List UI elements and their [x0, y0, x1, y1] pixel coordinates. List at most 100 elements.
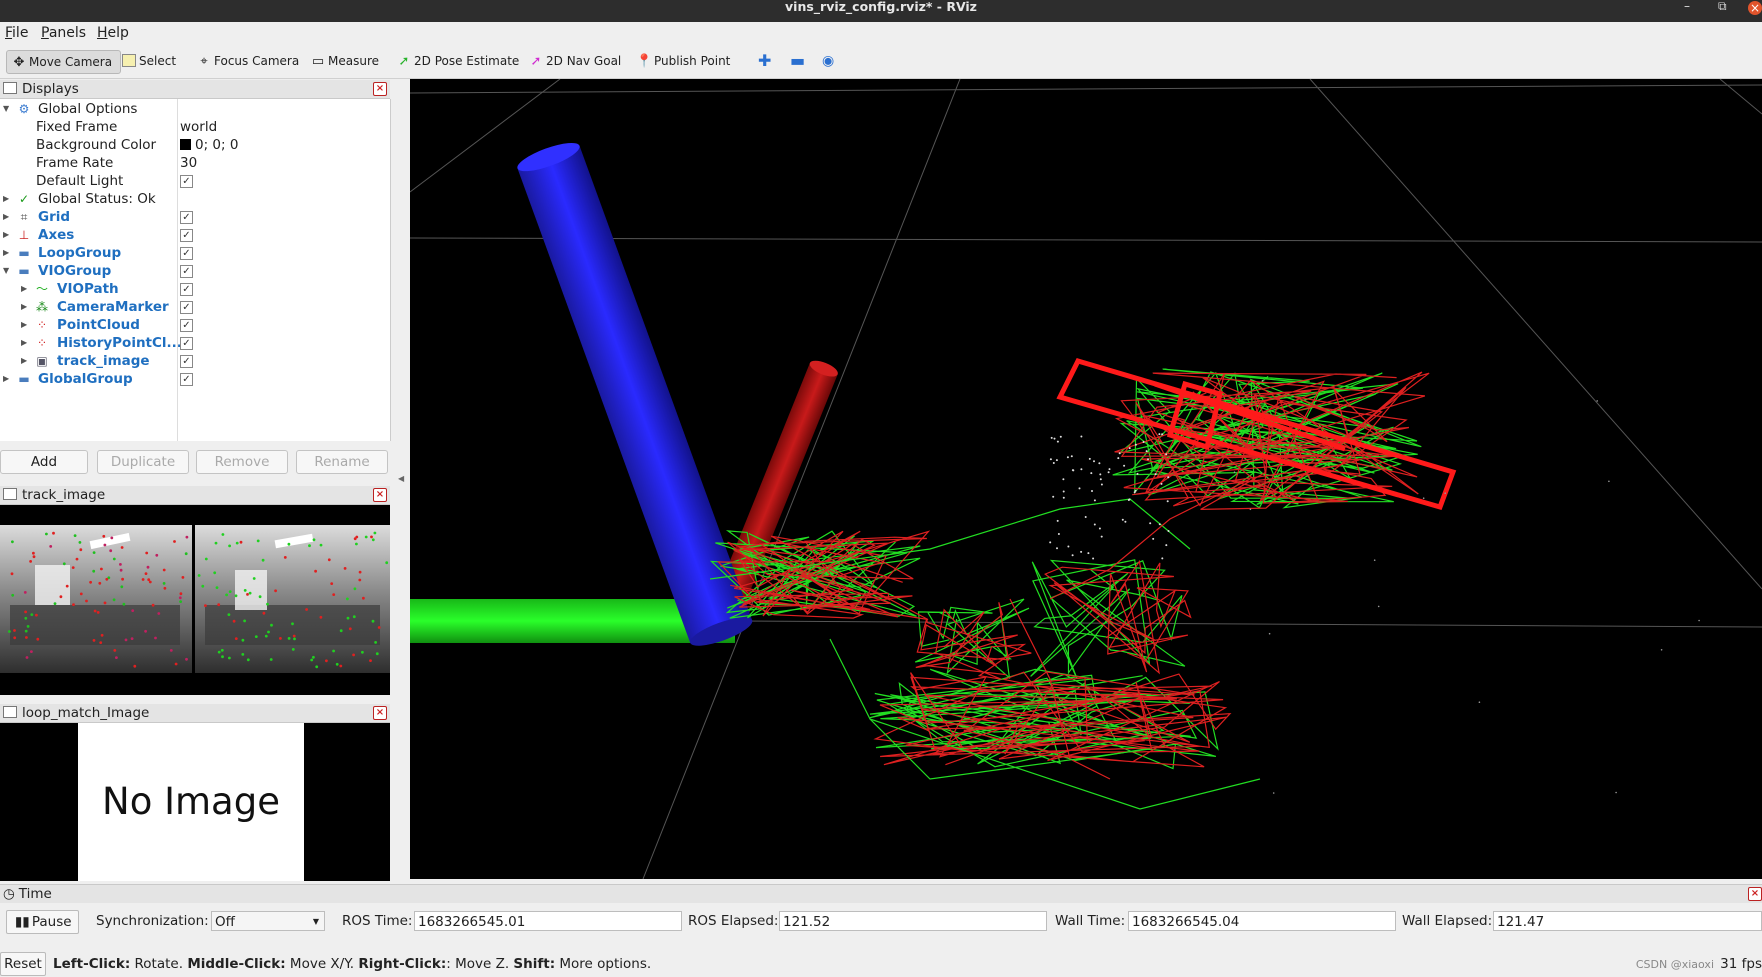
feature-point	[292, 634, 296, 638]
point	[1080, 468, 1083, 471]
tree-row-viopath[interactable]: ▶ 〜 VIOPath ✓	[0, 280, 390, 298]
point	[1092, 557, 1095, 560]
expand-arrow-icon[interactable]: ▶	[3, 244, 13, 262]
expand-arrow-icon[interactable]: ▶	[3, 370, 13, 388]
background-color-value[interactable]: 0; 0; 0	[180, 136, 238, 154]
point	[1087, 552, 1090, 555]
measure-tool[interactable]: ▭ Measure	[310, 50, 379, 72]
point	[1373, 559, 1376, 561]
tree-row-pointcloud[interactable]: ▶ ⁘ PointCloud ✓	[0, 316, 390, 334]
tree-row-global-status[interactable]: ▶ ✓ Global Status: Ok	[0, 190, 390, 208]
point	[1057, 533, 1060, 535]
tree-row-fixed-frame[interactable]: Fixed Frame world	[0, 118, 390, 136]
tree-row-global-options[interactable]: ▼ ⚙ Global Options	[0, 100, 390, 118]
feature-point	[103, 543, 107, 547]
minimize-icon[interactable]: –	[1684, 0, 1690, 13]
tree-row-loopgroup[interactable]: ▶ ▬ LoopGroup ✓	[0, 244, 390, 262]
feature-point	[146, 565, 150, 569]
feature-point	[99, 641, 103, 644]
select-tool[interactable]: Select	[122, 50, 176, 72]
tool-properties-icon[interactable]: ◉	[822, 50, 834, 72]
pose-estimate-tool[interactable]: ➚ 2D Pose Estimate	[396, 50, 520, 72]
restore-icon[interactable]: ⧉	[1718, 0, 1727, 13]
point	[1478, 701, 1481, 703]
color-swatch	[180, 139, 191, 150]
cameramarker-checkbox[interactable]: ✓	[180, 301, 193, 314]
viopath-checkbox[interactable]: ✓	[180, 283, 193, 296]
globalgroup-checkbox[interactable]: ✓	[180, 373, 193, 386]
feature-point	[100, 567, 103, 571]
point	[1249, 508, 1252, 511]
collapse-splitter-icon[interactable]: ◀	[398, 474, 404, 483]
expand-arrow-icon[interactable]: ▶	[21, 352, 31, 370]
tree-row-viogroup[interactable]: ▼ ▬ VIOGroup ✓	[0, 262, 390, 280]
collapse-arrow-icon[interactable]: ▼	[3, 262, 13, 280]
loopgroup-checkbox[interactable]: ✓	[180, 247, 193, 260]
close-window-icon[interactable]: ×	[1748, 1, 1762, 15]
track-image-frames	[0, 525, 390, 673]
remove-tool-icon[interactable]: ▬	[790, 50, 805, 72]
close-icon[interactable]: ×	[1748, 887, 1762, 901]
tree-row-cameramarker[interactable]: ▶ ⁂ CameraMarker ✓	[0, 298, 390, 316]
expand-arrow-icon[interactable]: ▶	[3, 226, 13, 244]
expand-arrow-icon[interactable]: ▶	[21, 316, 31, 334]
close-icon[interactable]: ×	[373, 488, 387, 502]
focus-camera-tool[interactable]: ⌖ Focus Camera	[196, 50, 299, 72]
tree-row-globalgroup[interactable]: ▶ ▬ GlobalGroup ✓	[0, 370, 390, 388]
ros-time-field[interactable]: 1683266545.01	[414, 911, 682, 931]
frame-rate-value[interactable]: 30	[180, 154, 197, 172]
duplicate-button[interactable]: Duplicate	[97, 450, 189, 474]
tree-row-historypointcloud[interactable]: ▶ ⁘ HistoryPointCl... ✓	[0, 334, 390, 352]
expand-arrow-icon[interactable]: ▶	[3, 190, 13, 208]
3d-viewport[interactable]	[410, 79, 1762, 879]
tree-row-axes[interactable]: ▶ ⊥ Axes ✓	[0, 226, 390, 244]
feature-point	[254, 635, 258, 638]
move-camera-tool[interactable]: ✥ Move Camera	[6, 50, 122, 74]
feature-point	[246, 593, 249, 596]
point	[1161, 433, 1164, 436]
wall-elapsed-field[interactable]: 121.47	[1493, 911, 1762, 931]
fixed-frame-value[interactable]: world	[180, 118, 217, 136]
add-tool-icon[interactable]: ✚	[758, 50, 771, 72]
pointcloud-checkbox[interactable]: ✓	[180, 319, 193, 332]
track-image-checkbox[interactable]: ✓	[180, 355, 193, 368]
ros-elapsed-field[interactable]: 121.52	[779, 911, 1047, 931]
grid-checkbox[interactable]: ✓	[180, 211, 193, 224]
feature-point	[315, 665, 319, 669]
expand-arrow-icon[interactable]: ▶	[21, 280, 31, 298]
point	[1093, 499, 1096, 502]
point	[1107, 471, 1110, 474]
default-light-checkbox[interactable]: ✓	[180, 175, 193, 188]
tree-row-background-color[interactable]: Background Color 0; 0; 0	[0, 136, 390, 154]
tree-row-default-light[interactable]: Default Light ✓	[0, 172, 390, 190]
menu-help[interactable]: Help	[97, 25, 129, 41]
expand-arrow-icon[interactable]: ▶	[21, 334, 31, 352]
feature-point	[385, 561, 389, 565]
menu-file[interactable]: File	[5, 25, 28, 41]
publish-point-tool[interactable]: 📍 Publish Point	[636, 50, 730, 72]
remove-button[interactable]: Remove	[196, 450, 288, 474]
pause-button[interactable]: ▮▮ Pause	[6, 910, 79, 934]
expand-arrow-icon[interactable]: ▶	[21, 298, 31, 316]
menu-panels[interactable]: Panels	[41, 25, 86, 41]
feature-point	[228, 544, 232, 548]
axes-checkbox[interactable]: ✓	[180, 229, 193, 242]
expand-arrow-icon[interactable]: ▶	[3, 208, 13, 226]
close-icon[interactable]: ×	[373, 82, 387, 96]
feature-point	[113, 649, 117, 652]
rename-button[interactable]: Rename	[296, 450, 388, 474]
feature-point	[173, 540, 176, 543]
tree-row-track-image[interactable]: ▶ ▣ track_image ✓	[0, 352, 390, 370]
reset-button[interactable]: Reset	[0, 952, 46, 976]
add-button[interactable]: Add	[0, 450, 88, 474]
tree-row-grid[interactable]: ▶ ⌗ Grid ✓	[0, 208, 390, 226]
wall-time-field[interactable]: 1683266545.04	[1128, 911, 1396, 931]
nav-goal-tool[interactable]: ➚ 2D Nav Goal	[528, 50, 622, 72]
historypointcloud-checkbox[interactable]: ✓	[180, 337, 193, 350]
feature-point	[217, 603, 221, 607]
viogroup-checkbox[interactable]: ✓	[180, 265, 193, 278]
synchronization-select[interactable]: Off ▼	[211, 911, 325, 931]
tree-row-frame-rate[interactable]: Frame Rate 30	[0, 154, 390, 172]
close-icon[interactable]: ×	[373, 706, 387, 720]
collapse-arrow-icon[interactable]: ▼	[3, 100, 13, 118]
